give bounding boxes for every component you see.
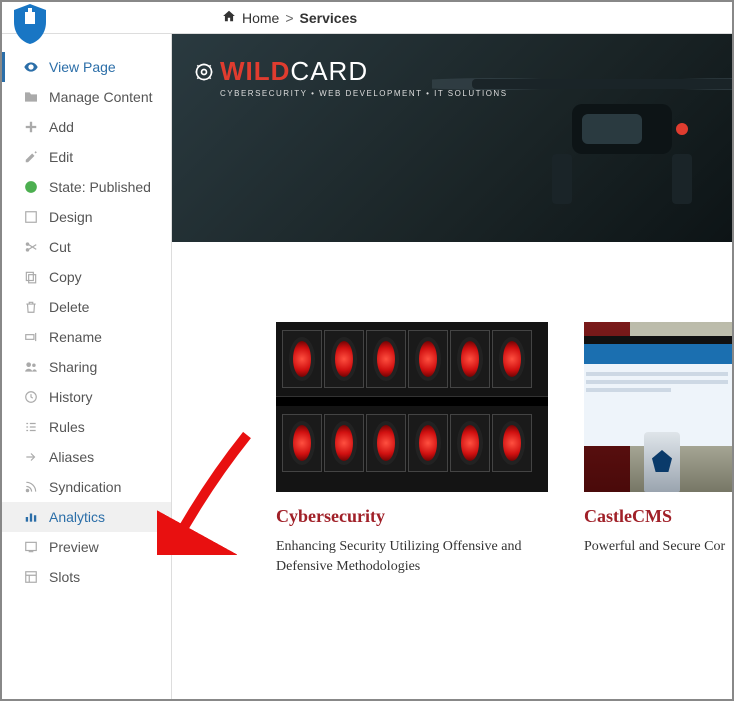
users-icon (23, 359, 39, 375)
breadcrumb: Home > Services (222, 9, 357, 26)
sidebar-item-label: Slots (49, 569, 80, 585)
service-card-castlecms[interactable]: CastleCMS Powerful and Secure Cor (584, 322, 732, 576)
sidebar-item-label: Sharing (49, 359, 97, 375)
rename-icon (23, 329, 39, 345)
preview-icon (23, 539, 39, 555)
breadcrumb-home[interactable]: Home (242, 10, 279, 26)
sidebar-item-sharing[interactable]: Sharing (2, 352, 171, 382)
sidebar-item-aliases[interactable]: Aliases (2, 442, 171, 472)
sidebar-item-rules[interactable]: Rules (2, 412, 171, 442)
sidebar-item-rename[interactable]: Rename (2, 322, 171, 352)
brand-card: CARD (290, 56, 368, 86)
service-image (276, 322, 548, 492)
slots-icon (23, 569, 39, 585)
sidebar-item-label: Preview (49, 539, 99, 555)
sidebar-item-manage-content[interactable]: Manage Content (2, 82, 171, 112)
sidebar-item-slots[interactable]: Slots (2, 562, 171, 592)
globe-icon (23, 179, 39, 195)
hero-banner: WILDCARD CYBERSECURITY • WEB DEVELOPMENT… (172, 34, 732, 242)
sidebar-item-history[interactable]: History (2, 382, 171, 412)
sidebar-item-state-published[interactable]: State: Published (2, 172, 171, 202)
sidebar-item-label: Syndication (49, 479, 121, 495)
sidebar-item-label: History (49, 389, 93, 405)
breadcrumb-current: Services (300, 10, 358, 26)
sidebar-item-view-page[interactable]: View Page (2, 52, 171, 82)
service-desc: Enhancing Security Utilizing Offensive a… (276, 537, 548, 576)
sidebar-item-label: Add (49, 119, 74, 135)
service-title: CastleCMS (584, 506, 732, 527)
sidebar-item-edit[interactable]: Edit (2, 142, 171, 172)
service-card-cybersecurity[interactable]: Cybersecurity Enhancing Security Utilizi… (276, 322, 548, 576)
services-grid: Cybersecurity Enhancing Security Utilizi… (172, 242, 732, 576)
eye-icon (23, 59, 39, 75)
home-icon (222, 9, 236, 26)
sidebar-item-label: View Page (49, 59, 116, 75)
sidebar-item-label: Analytics (49, 509, 105, 525)
sidebar-item-analytics[interactable]: Analytics (2, 502, 171, 532)
layout-icon (23, 209, 39, 225)
sidebar-item-preview[interactable]: Preview (2, 532, 171, 562)
trash-icon (23, 299, 39, 315)
sidebar-item-label: Manage Content (49, 89, 153, 105)
sidebar-item-label: Copy (49, 269, 82, 285)
redirect-icon (23, 449, 39, 465)
sidebar-item-cut[interactable]: Cut (2, 232, 171, 262)
topbar: Home > Services (2, 2, 732, 34)
sidebar: View Page Manage Content Add Edit State:… (2, 34, 172, 699)
plus-icon (23, 119, 39, 135)
folder-icon (23, 89, 39, 105)
copy-icon (23, 269, 39, 285)
scissors-icon (23, 239, 39, 255)
service-title: Cybersecurity (276, 506, 548, 527)
checklist-icon (23, 419, 39, 435)
sidebar-item-label: Design (49, 209, 93, 225)
sidebar-item-label: Edit (49, 149, 73, 165)
sidebar-item-label: Aliases (49, 449, 94, 465)
gear-icon (194, 62, 214, 82)
breadcrumb-sep: > (285, 10, 293, 26)
sidebar-item-design[interactable]: Design (2, 202, 171, 232)
sidebar-item-delete[interactable]: Delete (2, 292, 171, 322)
chart-icon (23, 509, 39, 525)
sidebar-item-syndication[interactable]: Syndication (2, 472, 171, 502)
rss-icon (23, 479, 39, 495)
drone-graphic (432, 44, 732, 224)
sidebar-item-copy[interactable]: Copy (2, 262, 171, 292)
app-logo[interactable] (8, 2, 52, 46)
service-desc: Powerful and Secure Cor (584, 537, 732, 557)
pencil-icon (23, 149, 39, 165)
history-icon (23, 389, 39, 405)
brand-wild: WILD (220, 56, 290, 86)
sidebar-item-label: Cut (49, 239, 71, 255)
sidebar-item-add[interactable]: Add (2, 112, 171, 142)
sidebar-item-label: Rules (49, 419, 85, 435)
sidebar-item-label: Delete (49, 299, 89, 315)
sidebar-item-label: Rename (49, 329, 102, 345)
content-area: WILDCARD CYBERSECURITY • WEB DEVELOPMENT… (172, 34, 732, 699)
service-image (584, 322, 732, 492)
sidebar-item-label: State: Published (49, 179, 151, 195)
